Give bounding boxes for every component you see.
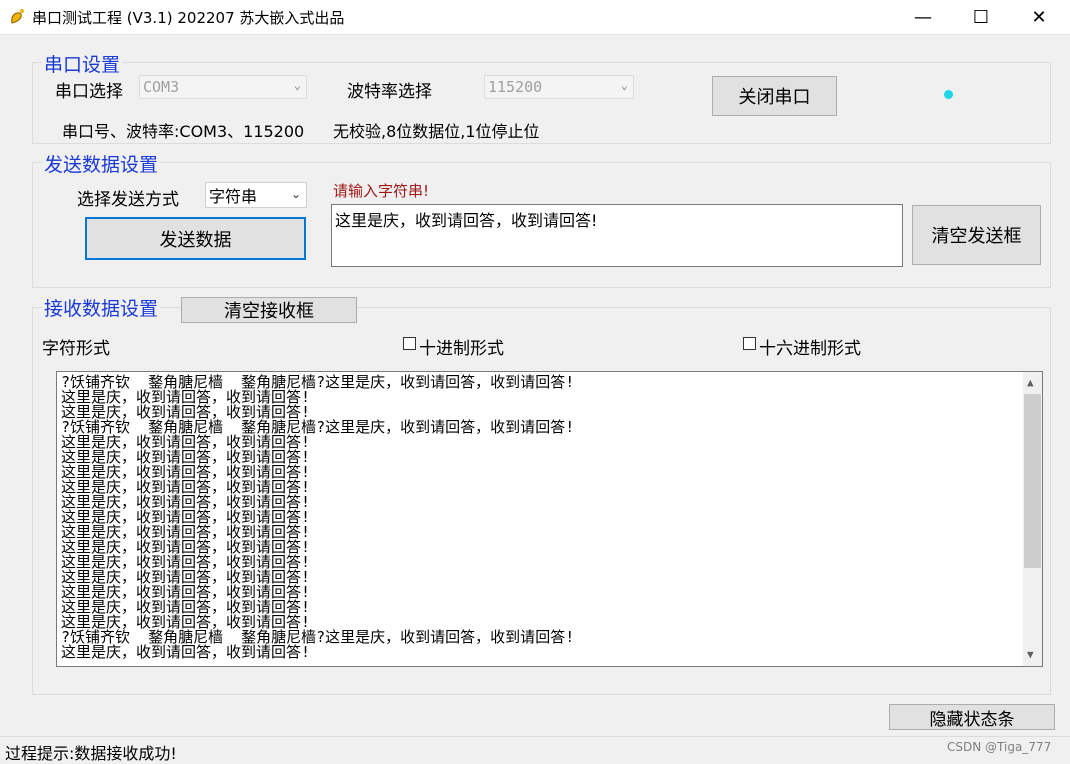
receive-line: 这里是庆，收到请回答，收到请回答! [61,598,311,616]
receive-line: ?饫铺齐钦 鍪角膅尼樯 鍪角膅尼樯?这里是庆，收到请回答，收到请回答! [61,418,575,436]
scroll-down-icon[interactable]: ▼ [1027,648,1034,661]
close-port-button[interactable]: 关闭串口 [712,76,837,116]
receive-line: 这里是庆，收到请回答，收到请回答! [61,523,311,541]
baud-select[interactable]: 115200 ⌄ [484,75,634,99]
scroll-up-icon[interactable]: ▲ [1027,376,1034,389]
title-bar: 串口测试工程 (V3.1) 202207 苏大嵌入式出品 — ☐ ✕ [0,0,1070,35]
receive-line: 这里是庆，收到请回答，收到请回答! [61,613,311,631]
format-info-text: 无校验,8位数据位,1位停止位 [333,122,540,141]
receive-lines: ?饫铺齐钦 鍪角膅尼樯 鍪角膅尼樯?这里是庆，收到请回答，收到请回答! 这里是庆，… [61,373,1021,661]
port-label: 串口选择 [55,82,123,102]
baud-label: 波特率选择 [347,82,432,102]
send-data-button[interactable]: 发送数据 [85,217,306,260]
receive-line: 这里是庆，收到请回答，收到请回答! [61,493,311,511]
receive-line: 这里是庆，收到请回答，收到请回答! [61,583,311,601]
hide-status-button[interactable]: 隐藏状态条 [889,704,1055,730]
receive-settings-title: 接收数据设置 [42,294,161,321]
receive-line: 这里是庆，收到请回答，收到请回答! [61,433,311,451]
port-select[interactable]: COM3 ⌄ [139,75,307,99]
receive-line: 这里是庆，收到请回答，收到请回答! [61,643,311,661]
decimal-label: 十进制形式 [419,339,504,359]
send-input[interactable]: 这里是庆，收到请回答，收到请回答! [331,204,903,267]
maximize-button[interactable]: ☐ [958,0,1004,34]
receive-line: 这里是庆，收到请回答，收到请回答! [61,388,311,406]
serial-settings-title: 串口设置 [42,50,123,77]
receive-line: 这里是庆，收到请回答，收到请回答! [61,538,311,556]
scrollbar-thumb[interactable] [1024,394,1041,568]
receive-textarea[interactable]: ?饫铺齐钦 鍪角膅尼樯 鍪角膅尼樯?这里是庆，收到请回答，收到请回答! 这里是庆，… [56,371,1043,667]
receive-line: 这里是庆，收到请回答，收到请回答! [61,508,311,526]
chevron-down-icon: ⌄ [620,78,628,92]
port-info-text: 串口号、波特率:COM3、115200 [62,122,305,141]
decimal-checkbox[interactable] [403,337,416,350]
port-select-value: COM3 [143,78,180,96]
receive-scrollbar[interactable]: ▲ ▼ [1023,372,1042,666]
hex-label: 十六进制形式 [759,339,861,359]
baud-select-value: 115200 [488,78,543,96]
hex-checkbox[interactable] [743,337,756,350]
input-prompt: 请输入字符串! [333,182,430,200]
receive-line: ?饫铺齐钦 鍪角膅尼樯 鍪角膅尼樯?这里是庆，收到请回答，收到请回答! [61,373,575,391]
clear-receive-button[interactable]: 清空接收框 [181,297,357,323]
minimize-button[interactable]: — [900,0,946,34]
chevron-down-icon: ⌄ [293,78,301,92]
app-icon [11,9,24,24]
char-format-label: 字符形式 [42,339,110,359]
receive-line: 这里是庆，收到请回答，收到请回答! [61,478,311,496]
clear-send-button[interactable]: 清空发送框 [912,205,1041,265]
send-mode-label: 选择发送方式 [77,190,179,210]
send-settings-title: 发送数据设置 [42,150,161,177]
watermark-text: CSDN @Tiga_777 [947,740,1052,754]
receive-line: 这里是庆，收到请回答，收到请回答! [61,463,311,481]
receive-line: 这里是庆，收到请回答，收到请回答! [61,568,311,586]
receive-line: 这里是庆，收到请回答，收到请回答! [61,553,311,571]
close-window-button[interactable]: ✕ [1016,0,1062,34]
receive-line: ?饫铺齐钦 鍪角膅尼樯 鍪角膅尼樯?这里是庆，收到请回答，收到请回答! [61,628,575,646]
receive-line: 这里是庆，收到请回答，收到请回答! [61,448,311,466]
status-bar: 过程提示:数据接收成功! CSDN @Tiga_777 [0,736,1070,764]
send-mode-value: 字符串 [209,187,258,206]
status-text: 过程提示:数据接收成功! [5,744,177,763]
receive-line: 这里是庆，收到请回答，收到请回答! [61,403,311,421]
window-title: 串口测试工程 (V3.1) 202207 苏大嵌入式出品 [32,9,345,27]
chevron-down-icon: ⌄ [290,187,301,201]
status-led [944,90,953,99]
send-mode-select[interactable]: 字符串 ⌄ [205,182,307,208]
